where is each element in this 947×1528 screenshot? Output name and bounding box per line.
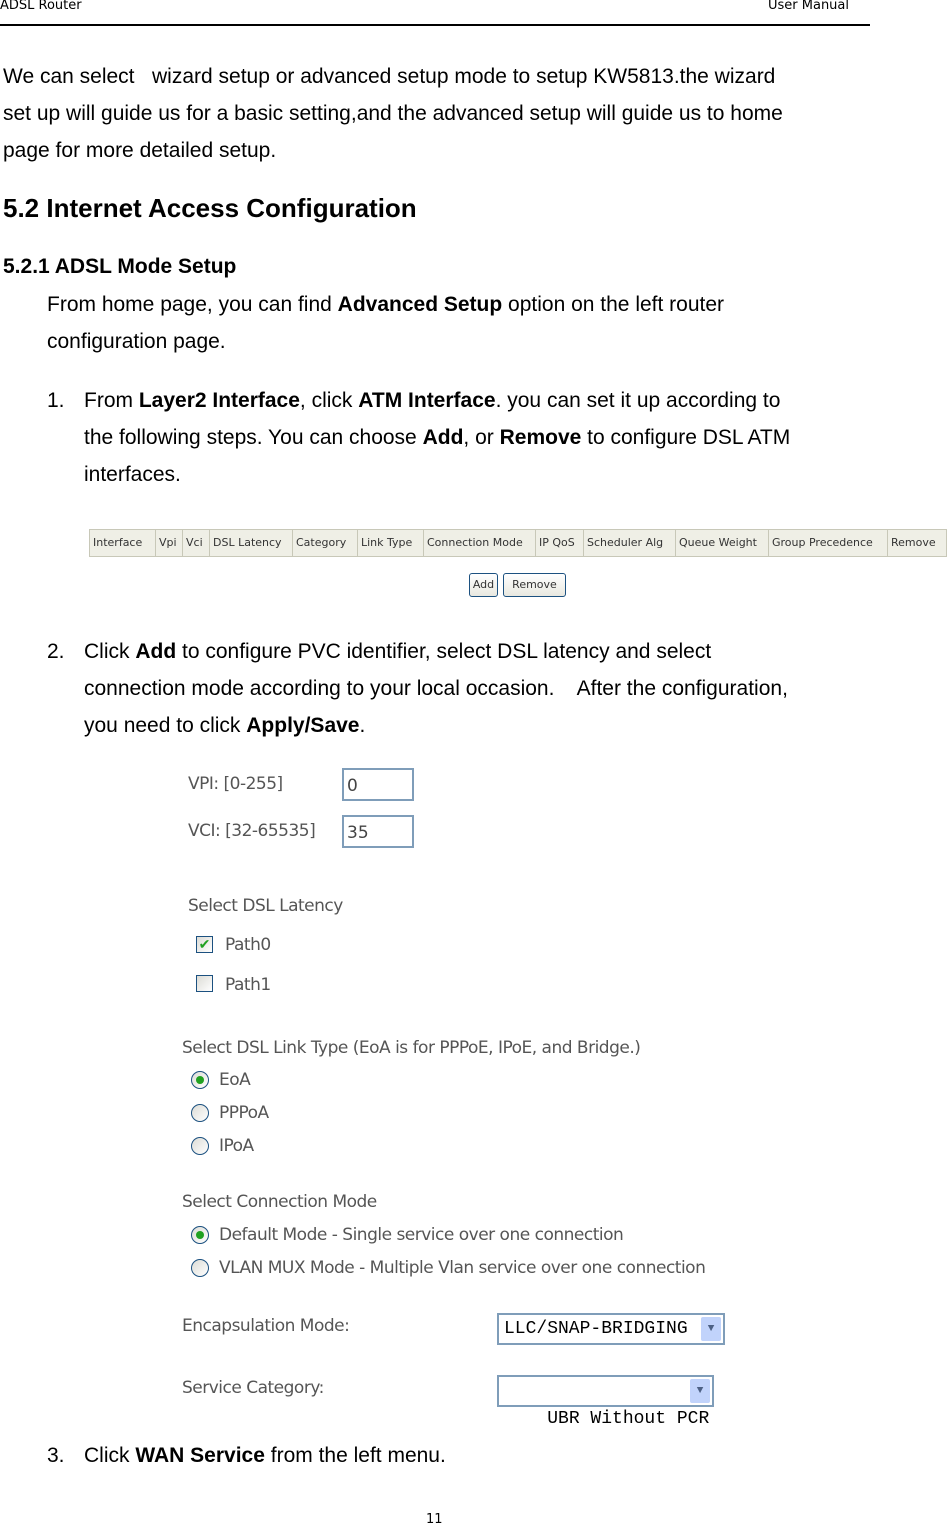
- connection-mode-title: Select Connection Mode: [182, 1192, 377, 1212]
- ipoa-label: IPoA: [219, 1136, 254, 1156]
- encapsulation-select[interactable]: LLC/SNAP-BRIDGING ▼: [497, 1313, 725, 1345]
- link-type-title: Select DSL Link Type (EoA is for PPPoE, …: [182, 1038, 641, 1058]
- column-header: DSL Latency: [210, 530, 293, 556]
- vci-label: VCI: [32-65535]: [188, 821, 316, 841]
- service-category-label: Service Category:: [182, 1378, 324, 1398]
- step-2-text: Click Add to configure PVC identifier, s…: [84, 640, 788, 737]
- step-2-number: 2.: [47, 640, 65, 663]
- chevron-down-icon[interactable]: ▼: [690, 1379, 710, 1403]
- service-category-select[interactable]: UBR Without PCR ▼: [497, 1375, 714, 1429]
- column-header: Category: [293, 530, 358, 556]
- column-header: Group Precedence: [769, 530, 888, 556]
- step-3-text: Click WAN Service from the left menu.: [84, 1444, 446, 1467]
- intro-line: page for more detailed setup.: [3, 139, 277, 162]
- step-1-number: 1.: [47, 389, 65, 412]
- column-header: IP QoS: [536, 530, 584, 556]
- remove-button[interactable]: Remove: [503, 573, 566, 597]
- add-button[interactable]: Add: [469, 573, 498, 597]
- page-number: 11: [426, 1512, 443, 1527]
- column-header: Vpi: [156, 530, 183, 556]
- vlan-mux-mode-label: VLAN MUX Mode - Multiple Vlan service ov…: [219, 1258, 706, 1278]
- service-category-value: UBR Without PCR: [547, 1409, 710, 1429]
- eoa-label: EoA: [219, 1070, 251, 1090]
- latency-title: Select DSL Latency: [188, 896, 343, 916]
- intro-line: set up will guide us for a basic setting…: [3, 102, 783, 125]
- vpi-label: VPI: [0-255]: [188, 774, 283, 794]
- encapsulation-value: LLC/SNAP-BRIDGING: [504, 1319, 688, 1339]
- eoa-radio[interactable]: [191, 1071, 209, 1089]
- path0-checkbox[interactable]: ✔: [196, 936, 213, 953]
- column-header: Remove: [891, 536, 936, 549]
- header-left: ADSL Router: [0, 0, 82, 13]
- path1-checkbox[interactable]: [196, 975, 213, 992]
- column-header: Queue Weight: [676, 530, 769, 556]
- path0-label: Path0: [225, 935, 271, 955]
- pppoa-label: PPPoA: [219, 1103, 269, 1123]
- vlan-mux-mode-radio[interactable]: [191, 1259, 209, 1277]
- column-header: Vci: [183, 530, 210, 556]
- subsection-title: 5.2.1 ADSL Mode Setup: [3, 255, 237, 278]
- path1-label: Path1: [225, 975, 271, 995]
- column-header: Link Type: [358, 530, 424, 556]
- section-title: 5.2 Internet Access Configuration: [3, 193, 417, 223]
- step-3-number: 3.: [47, 1444, 65, 1467]
- atm-interface-table-header: Interface Vpi Vci DSL Latency Category L…: [89, 529, 947, 557]
- step-1-text: From Layer2 Interface, click ATM Interfa…: [84, 389, 791, 486]
- column-header: Scheduler Alg: [584, 530, 676, 556]
- chevron-down-icon[interactable]: ▼: [701, 1317, 721, 1341]
- document-page: ADSL Router User Manual We can select wi…: [0, 0, 947, 1528]
- intro-instruction: From home page, you can find Advanced Se…: [47, 293, 725, 353]
- vci-input[interactable]: 35: [342, 815, 414, 848]
- pppoa-radio[interactable]: [191, 1104, 209, 1122]
- ipoa-radio[interactable]: [191, 1137, 209, 1155]
- header-rule: [0, 24, 870, 26]
- column-header: Interface: [90, 530, 156, 556]
- intro-line: We can select wizard setup or advanced s…: [3, 65, 776, 88]
- intro-paragraph: We can select wizard setup or advanced s…: [3, 58, 783, 169]
- default-mode-label: Default Mode - Single service over one c…: [219, 1225, 624, 1245]
- column-header: Connection Mode: [424, 530, 536, 556]
- vpi-input[interactable]: 0: [342, 768, 414, 801]
- header-right: User Manual: [768, 0, 850, 13]
- default-mode-radio[interactable]: [191, 1226, 209, 1244]
- encapsulation-label: Encapsulation Mode:: [182, 1316, 350, 1336]
